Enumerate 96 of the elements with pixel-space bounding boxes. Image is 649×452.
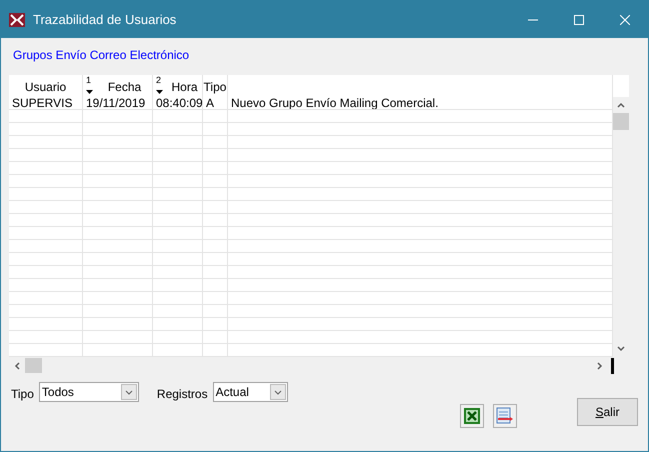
table-cell bbox=[203, 240, 228, 253]
column-header[interactable]: Usuario bbox=[9, 75, 83, 97]
table-cell bbox=[153, 201, 203, 214]
group-link[interactable]: Grupos Envío Correo Electrónico bbox=[13, 48, 190, 62]
scroll-thumb[interactable] bbox=[613, 113, 629, 130]
table-cell bbox=[153, 318, 203, 331]
excel-export-button[interactable] bbox=[460, 404, 484, 428]
table-cell bbox=[203, 292, 228, 305]
table-cell bbox=[153, 305, 203, 318]
filter-label: Tipo bbox=[11, 387, 34, 401]
table-cell bbox=[83, 214, 153, 227]
header-label: Hora bbox=[171, 80, 198, 94]
close-icon[interactable] bbox=[620, 14, 630, 24]
table-cell bbox=[203, 136, 228, 149]
scroll-up-icon[interactable] bbox=[617, 102, 625, 108]
sort-icon bbox=[156, 90, 163, 94]
table-cell bbox=[83, 266, 153, 279]
dropdown-icon bbox=[124, 390, 133, 394]
table-cell bbox=[153, 136, 203, 149]
table-cell bbox=[83, 162, 153, 175]
table-cell bbox=[153, 110, 203, 123]
table-cell bbox=[83, 201, 153, 214]
scroll-right-icon[interactable] bbox=[597, 362, 603, 370]
scroll-thumb[interactable] bbox=[25, 358, 42, 373]
scroll-left-icon[interactable] bbox=[14, 362, 20, 370]
table-cell bbox=[83, 110, 153, 123]
table-cell bbox=[203, 201, 228, 214]
filter-label: Registros bbox=[156, 387, 208, 401]
table-cell bbox=[153, 279, 203, 292]
header-label: Usuario bbox=[24, 80, 66, 94]
app-icon bbox=[9, 12, 25, 26]
table-cell bbox=[203, 175, 228, 188]
sort-order: 2 bbox=[156, 75, 162, 85]
table-cell bbox=[203, 253, 228, 266]
filter-dropdown[interactable]: Todos bbox=[38, 382, 139, 402]
resize-marker bbox=[611, 358, 614, 374]
table-cell bbox=[83, 318, 153, 331]
table-cell bbox=[203, 305, 228, 318]
table-cell bbox=[83, 136, 153, 149]
table-cell: 08:40:09 bbox=[153, 97, 203, 110]
table-cell bbox=[83, 292, 153, 305]
table-cell bbox=[83, 331, 153, 344]
scroll-down-icon[interactable] bbox=[617, 346, 625, 352]
window-title: Trazabilidad de Usuarios bbox=[33, 12, 178, 27]
table-cell bbox=[203, 279, 228, 292]
table-cell bbox=[83, 279, 153, 292]
table-cell bbox=[153, 344, 203, 357]
table-cell bbox=[153, 331, 203, 344]
table-cell bbox=[153, 292, 203, 305]
table-cell bbox=[203, 331, 228, 344]
table-cell bbox=[153, 149, 203, 162]
table-cell bbox=[153, 188, 203, 201]
table-cell bbox=[83, 253, 153, 266]
table-cell bbox=[153, 162, 203, 175]
table-cell bbox=[153, 253, 203, 266]
table-cell bbox=[83, 240, 153, 253]
table-cell bbox=[203, 318, 228, 331]
table-cell: A bbox=[203, 97, 228, 110]
header-label: Tipo bbox=[204, 80, 226, 94]
dropdown-icon bbox=[274, 390, 282, 394]
table-cell bbox=[203, 188, 228, 201]
exit-button[interactable]: Salir bbox=[577, 398, 638, 426]
table-arrow-icon bbox=[496, 407, 514, 425]
table-cell bbox=[83, 344, 153, 357]
column-header[interactable]: 2 Hora bbox=[153, 75, 203, 97]
spreadsheet-icon bbox=[464, 408, 480, 424]
table-cell bbox=[153, 227, 203, 240]
table-cell bbox=[83, 227, 153, 240]
table-cell bbox=[203, 162, 228, 175]
table-cell bbox=[153, 123, 203, 136]
table-cell bbox=[83, 188, 153, 201]
report-export-button[interactable] bbox=[492, 404, 517, 428]
table-cell bbox=[83, 175, 153, 188]
table-cell bbox=[83, 149, 153, 162]
column-header[interactable]: 1 Fecha bbox=[83, 75, 153, 97]
table-cell bbox=[203, 110, 228, 123]
sort-icon bbox=[86, 90, 93, 94]
table-cell bbox=[153, 240, 203, 253]
table-cell bbox=[83, 123, 153, 136]
table-cell bbox=[153, 175, 203, 188]
table-cell bbox=[203, 123, 228, 136]
table-cell bbox=[203, 214, 228, 227]
filter-dropdown[interactable]: Actual bbox=[212, 382, 288, 402]
table-cell bbox=[83, 305, 153, 318]
table-cell bbox=[153, 214, 203, 227]
table-cell bbox=[203, 227, 228, 240]
sort-order: 1 bbox=[86, 75, 92, 85]
table-cell bbox=[203, 266, 228, 279]
table-cell bbox=[203, 149, 228, 162]
table-cell bbox=[153, 266, 203, 279]
table-cell: SUPERVIS bbox=[9, 97, 83, 110]
column-header[interactable]: Tipo bbox=[203, 75, 228, 97]
table-cell bbox=[203, 344, 228, 357]
maximize-icon[interactable] bbox=[574, 14, 584, 24]
table-cell: 19/11/2019 bbox=[83, 97, 153, 110]
header-label: Fecha bbox=[108, 80, 142, 94]
